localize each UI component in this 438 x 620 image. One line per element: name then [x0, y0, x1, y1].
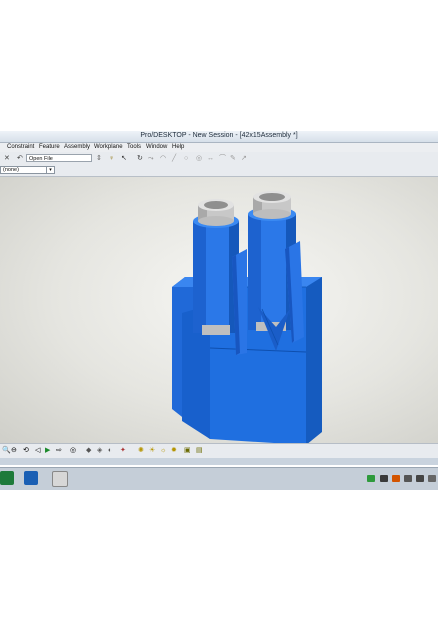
shade-icon[interactable]: ◐ — [108, 447, 112, 455]
sun-icon[interactable]: ✹ — [171, 447, 177, 455]
arc-icon[interactable]: ◠ — [160, 154, 166, 163]
material-icon[interactable]: ◈ — [97, 447, 102, 455]
flag-icon[interactable] — [428, 475, 436, 482]
material-b-icon[interactable]: ▤ — [196, 447, 203, 455]
main-toolbar: ✕ ↶ Open File ⇕ ♀ ↖ ↻ ⤳ ◠ ╱ ○ ◎ ↔ ⌒ ✎ ↗ — [0, 152, 438, 166]
chevron-down-icon[interactable]: ▾ — [46, 167, 54, 173]
prodesktop-icon[interactable] — [52, 471, 68, 487]
open-file-field[interactable]: Open File — [26, 154, 92, 162]
line-icon[interactable]: ⤳ — [148, 154, 154, 163]
battery-icon[interactable] — [392, 475, 400, 482]
outlook-icon[interactable] — [24, 471, 38, 485]
play-icon[interactable]: ▶ — [45, 447, 50, 455]
sketch-icon[interactable]: ╱ — [172, 154, 176, 163]
pan-icon[interactable]: ⟲ — [23, 447, 29, 455]
constraint-icon[interactable]: ◎ — [196, 154, 202, 163]
light-icon[interactable]: ✦ — [120, 447, 126, 455]
application-window: Pro/DESKTOP - New Session - [42x15Assemb… — [0, 131, 438, 465]
shield-icon[interactable] — [416, 475, 424, 482]
window-title: Pro/DESKTOP - New Session - [42x15Assemb… — [140, 132, 298, 139]
volume-icon[interactable] — [380, 475, 388, 482]
menu-help[interactable]: Help — [172, 144, 184, 150]
menu-tools[interactable]: Tools — [127, 144, 141, 150]
arrow-icon[interactable]: ⇨ — [56, 447, 62, 455]
pointer-icon[interactable]: ↖ — [121, 154, 127, 163]
menu-bar: Constraint Feature Assembly Workplane To… — [0, 143, 438, 152]
menu-window[interactable]: Window — [146, 144, 167, 150]
title-bar: Pro/DESKTOP - New Session - [42x15Assemb… — [0, 131, 438, 143]
spot-icon[interactable]: ☼ — [160, 447, 166, 455]
lamp-icon[interactable]: ☀ — [149, 447, 155, 455]
dimension-icon[interactable]: ↔ — [207, 154, 214, 163]
bulb-icon[interactable]: ✺ — [138, 447, 144, 455]
cloud-icon[interactable] — [404, 475, 412, 482]
menu-assembly[interactable]: Assembly — [64, 144, 90, 150]
excel-icon[interactable] — [0, 471, 14, 485]
menu-workplane[interactable]: Workplane — [94, 144, 123, 150]
selection-bar: (none) ▾ — [0, 165, 438, 177]
base-right-face — [306, 277, 322, 445]
view-toolbar: 🔍 ⊖ ⟲ ◁ ▶ ⇨ ◎ ◆ ◈ ◐ ✦ ✺ ☀ ☼ ✹ ▣ ▤ — [0, 443, 438, 458]
rotate-view-icon[interactable]: ◁ — [35, 447, 40, 455]
material-a-icon[interactable]: ▣ — [184, 447, 191, 455]
circle-icon[interactable]: ○ — [184, 154, 188, 163]
selection-value: (none) — [3, 167, 19, 173]
taskbar — [0, 467, 438, 490]
assembly-model — [172, 191, 322, 445]
model-viewport[interactable] — [0, 177, 438, 445]
project-icon[interactable]: ↗ — [241, 154, 247, 163]
selection-combo[interactable]: (none) ▾ — [0, 166, 55, 174]
menu-feature[interactable]: Feature — [39, 144, 60, 150]
fillet-icon[interactable]: ⌒ — [219, 154, 226, 163]
zoom-in-icon[interactable]: 🔍 — [2, 447, 11, 455]
zoom-out-icon[interactable]: ⊖ — [11, 447, 17, 455]
pin-icon[interactable]: ⇕ — [96, 154, 102, 163]
close-icon[interactable]: ✕ — [4, 154, 10, 163]
rotate-icon[interactable]: ↻ — [137, 154, 143, 163]
menu-constraint[interactable]: Constraint — [7, 144, 34, 150]
render-icon[interactable]: ◆ — [86, 447, 91, 455]
view-icon[interactable]: ◎ — [70, 447, 76, 455]
undo-icon[interactable]: ↶ — [17, 154, 23, 163]
key-icon[interactable]: ♀ — [109, 154, 114, 163]
network-icon[interactable] — [367, 475, 375, 482]
trim-icon[interactable]: ✎ — [230, 154, 236, 163]
